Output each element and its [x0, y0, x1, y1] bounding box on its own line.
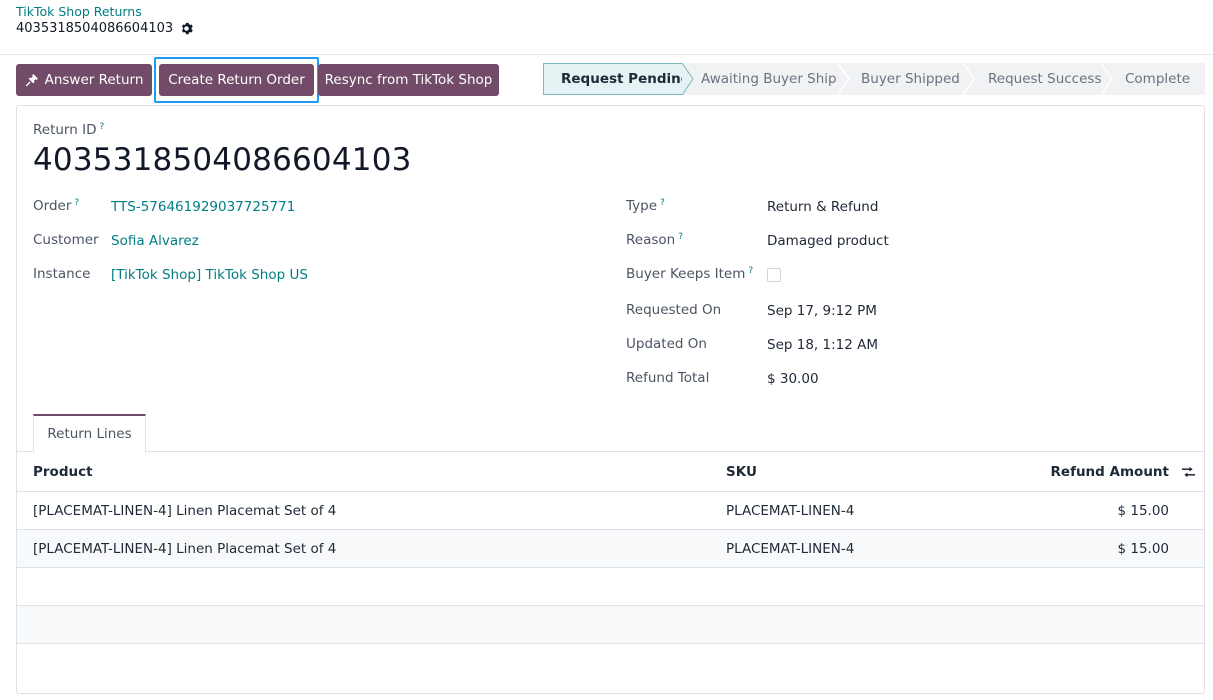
- answer-return-button[interactable]: Answer Return: [16, 64, 152, 96]
- return-lines-table: Product SKU Refund Amount [PLACEMAT-LINE…: [17, 452, 1204, 682]
- resync-label: Resync from TikTok Shop: [324, 72, 493, 88]
- type-label-text: Type: [626, 198, 658, 214]
- answer-return-label: Answer Return: [44, 72, 144, 88]
- empty-row: [17, 644, 1204, 682]
- stage-request-success[interactable]: Request Success: [964, 63, 1113, 95]
- reason-value: Damaged product: [767, 233, 889, 249]
- return-id-value: 4035318504086604103: [33, 142, 412, 178]
- requested-on-value: Sep 17, 9:12 PM: [767, 303, 877, 319]
- breadcrumb: TikTok Shop Returns 4035318504086604103: [0, 0, 1213, 55]
- record-name: 4035318504086604103: [16, 20, 1197, 37]
- customer-label: Customer: [33, 232, 99, 248]
- cell-refund-amount: $ 15.00: [1117, 540, 1169, 557]
- table-row[interactable]: [PLACEMAT-LINEN-4] Linen Placemat Set of…: [17, 530, 1204, 568]
- status-bar: Request Pending Awaiting Buyer Ship Buye…: [543, 63, 1205, 95]
- help-icon[interactable]: ?: [678, 232, 683, 242]
- order-label: Order?: [33, 198, 79, 214]
- requested-on-label: Requested On: [626, 302, 722, 318]
- optional-columns-icon[interactable]: [1181, 465, 1196, 479]
- column-product[interactable]: Product: [33, 452, 93, 491]
- gear-icon[interactable]: [180, 22, 193, 35]
- help-icon[interactable]: ?: [99, 122, 104, 132]
- stage-buyer-shipped[interactable]: Buyer Shipped: [839, 63, 975, 95]
- form-sheet: Return ID? 4035318504086604103 Order? TT…: [16, 105, 1205, 694]
- create-return-order-button[interactable]: Create Return Order: [159, 64, 314, 96]
- help-icon[interactable]: ?: [660, 198, 665, 208]
- updated-on-label: Updated On: [626, 336, 707, 352]
- table-header: Product SKU Refund Amount: [17, 452, 1204, 492]
- gavel-icon: [25, 74, 38, 87]
- return-id-label-text: Return ID: [33, 122, 97, 138]
- type-value: Return & Refund: [767, 199, 879, 215]
- stage-request-pending[interactable]: Request Pending: [543, 63, 694, 95]
- cell-sku: PLACEMAT-LINEN-4: [726, 502, 855, 519]
- notebook-tabs: Return Lines: [17, 414, 1204, 453]
- stage-awaiting-buyer-ship[interactable]: Awaiting Buyer Ship: [683, 63, 850, 95]
- stage-label: Awaiting Buyer Ship: [701, 71, 837, 87]
- updated-on-value: Sep 18, 1:12 AM: [767, 337, 878, 353]
- stage-complete[interactable]: Complete: [1102, 63, 1205, 95]
- resync-button[interactable]: Resync from TikTok Shop: [318, 64, 499, 96]
- stage-arrow: [1101, 63, 1113, 95]
- column-refund-amount[interactable]: Refund Amount: [1051, 452, 1169, 491]
- cell-product: [PLACEMAT-LINEN-4] Linen Placemat Set of…: [33, 540, 337, 557]
- stage-label: Buyer Shipped: [861, 71, 960, 87]
- tab-return-lines[interactable]: Return Lines: [33, 414, 146, 453]
- order-link[interactable]: TTS-576461929037725771: [111, 199, 295, 215]
- reason-label: Reason?: [626, 232, 683, 248]
- reason-label-text: Reason: [626, 232, 676, 248]
- record-name-label: 4035318504086604103: [16, 21, 174, 36]
- stage-arrow: [963, 63, 975, 95]
- refund-total-label: Refund Total: [626, 370, 710, 386]
- table-row[interactable]: [PLACEMAT-LINEN-4] Linen Placemat Set of…: [17, 492, 1204, 530]
- stage-arrow: [682, 63, 694, 95]
- cell-sku: PLACEMAT-LINEN-4: [726, 540, 855, 557]
- breadcrumb-parent-link[interactable]: TikTok Shop Returns: [16, 5, 1197, 19]
- column-sku[interactable]: SKU: [726, 452, 757, 491]
- buyer-keeps-label-text: Buyer Keeps Item: [626, 266, 746, 282]
- cell-product: [PLACEMAT-LINEN-4] Linen Placemat Set of…: [33, 502, 337, 519]
- buyer-keeps-checkbox[interactable]: [767, 268, 781, 282]
- stage-label: Request Pending: [561, 71, 691, 87]
- return-id-label: Return ID?: [33, 122, 104, 138]
- help-icon[interactable]: ?: [748, 266, 753, 276]
- empty-row: [17, 606, 1204, 644]
- instance-link[interactable]: [TikTok Shop] TikTok Shop US: [111, 267, 308, 283]
- cell-refund-amount: $ 15.00: [1117, 502, 1169, 519]
- buyer-keeps-label: Buyer Keeps Item?: [626, 266, 753, 282]
- type-label: Type?: [626, 198, 665, 214]
- help-icon[interactable]: ?: [74, 198, 79, 208]
- stage-arrow: [838, 63, 850, 95]
- instance-label: Instance: [33, 266, 91, 282]
- create-return-order-label: Create Return Order: [168, 72, 305, 88]
- customer-link[interactable]: Sofia Alvarez: [111, 233, 199, 249]
- stage-label: Complete: [1125, 71, 1191, 87]
- order-label-text: Order: [33, 198, 72, 214]
- stage-label: Request Success: [988, 71, 1102, 87]
- refund-total-value: $ 30.00: [767, 371, 819, 387]
- empty-row: [17, 568, 1204, 606]
